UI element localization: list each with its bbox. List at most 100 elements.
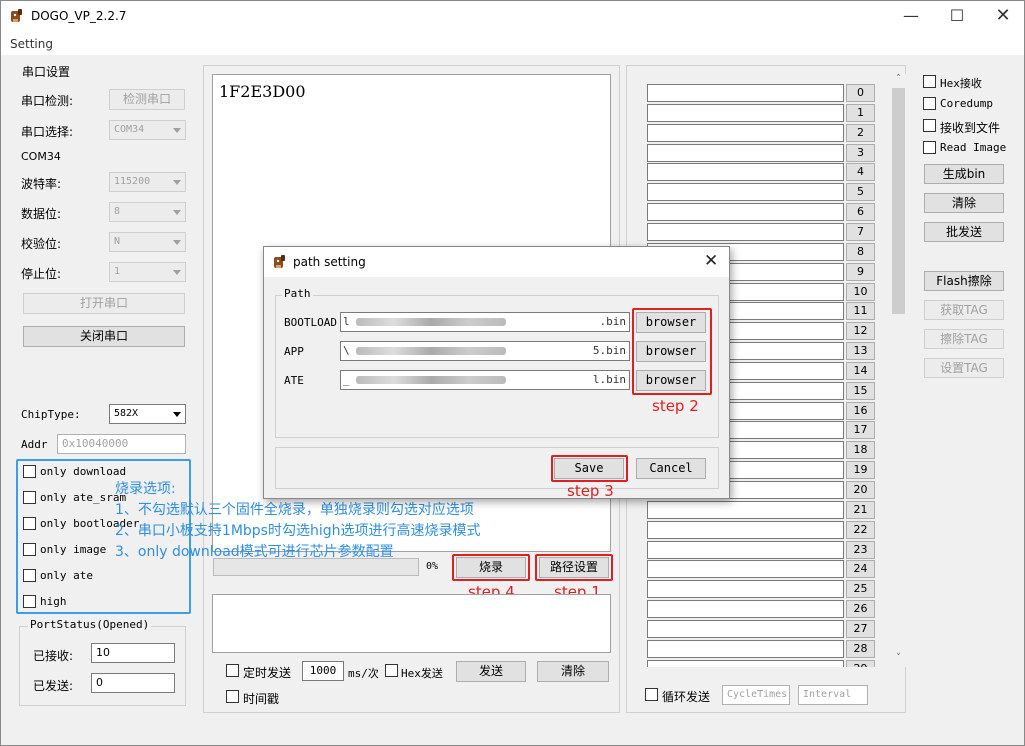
get-tag-button[interactable]: 获取TAG <box>924 300 1004 320</box>
read-image-checkbox[interactable] <box>923 141 936 154</box>
bootload-path-input[interactable]: l .bin <box>340 312 630 332</box>
close-icon[interactable]: ✕ <box>980 1 1025 33</box>
timestamp-checkbox[interactable] <box>226 690 239 703</box>
send-row-button[interactable]: 3 <box>846 143 875 162</box>
app-dog-icon <box>274 255 285 268</box>
flash-erase-button[interactable]: Flash擦除 <box>924 271 1004 291</box>
interval-input[interactable]: 1000 <box>302 661 344 681</box>
send-row-button[interactable]: 28 <box>846 639 875 658</box>
addr-input[interactable]: 0x10040000 <box>57 434 186 454</box>
send-row-button[interactable]: 7 <box>846 222 875 241</box>
send-row-button[interactable]: 18 <box>846 441 875 460</box>
send-row-input[interactable] <box>647 143 844 162</box>
clear-recv-button[interactable]: 清除 <box>924 193 1004 213</box>
ate-path-input[interactable]: _ l.bin <box>340 370 630 390</box>
send-row-input[interactable] <box>647 619 844 638</box>
send-row-button[interactable]: 20 <box>846 481 875 499</box>
send-row-button[interactable]: 22 <box>846 520 875 539</box>
send-row-input[interactable] <box>647 520 844 539</box>
send-row-input[interactable] <box>647 163 844 182</box>
timed-send-checkbox[interactable] <box>226 664 239 677</box>
send-button[interactable]: 发送 <box>456 661 526 682</box>
send-row-button[interactable]: 10 <box>846 282 875 301</box>
clear-send-button[interactable]: 清除 <box>537 661 609 682</box>
progress-percent: 0% <box>426 561 439 572</box>
browser-highlight <box>632 308 712 395</box>
parity-select[interactable]: N <box>109 232 186 252</box>
recv-to-file-checkbox[interactable] <box>923 119 936 132</box>
send-row-button[interactable]: 5 <box>846 183 875 202</box>
send-row-input[interactable] <box>647 203 844 222</box>
close-port-button[interactable]: 关闭串口 <box>23 326 185 347</box>
coredump-checkbox[interactable] <box>923 97 936 110</box>
send-row-button[interactable]: 29 <box>846 659 875 667</box>
send-row-input[interactable] <box>647 222 844 241</box>
send-row-button[interactable]: 27 <box>846 619 875 638</box>
send-row-input[interactable] <box>647 600 844 619</box>
send-row-button[interactable]: 4 <box>846 163 875 182</box>
send-row-input[interactable] <box>647 103 844 122</box>
send-row-button[interactable]: 8 <box>846 242 875 261</box>
batch-send-button[interactable]: 批发送 <box>924 222 1004 242</box>
send-row-input[interactable] <box>647 639 844 658</box>
send-row-button[interactable]: 11 <box>846 302 875 321</box>
send-row-input[interactable] <box>647 540 844 559</box>
send-textarea[interactable] <box>212 594 611 653</box>
scrollbar-thumb[interactable] <box>892 88 905 314</box>
send-row-input[interactable] <box>647 183 844 202</box>
send-row-button[interactable]: 26 <box>846 600 875 619</box>
send-row-button[interactable]: 15 <box>846 381 875 400</box>
hex-recv-checkbox[interactable] <box>923 75 936 88</box>
loop-send-checkbox[interactable] <box>645 688 658 701</box>
detect-port-button[interactable]: 检测串口 <box>109 89 185 110</box>
send-row-input[interactable] <box>647 580 844 599</box>
erase-tag-button[interactable]: 擦除TAG <box>924 329 1004 349</box>
send-row-input[interactable] <box>647 123 844 142</box>
send-row-button[interactable]: 12 <box>846 322 875 341</box>
set-tag-button[interactable]: 设置TAG <box>924 358 1004 378</box>
send-row-input[interactable] <box>647 500 844 519</box>
send-row-button[interactable]: 24 <box>846 560 875 579</box>
path-setting-dialog: path setting ✕ Path BOOTLOAD l .bin brow… <box>263 246 730 500</box>
scroll-up-icon[interactable]: ˄ <box>891 74 906 88</box>
minimize-icon[interactable]: — <box>888 1 934 33</box>
port-select[interactable]: COM34 <box>109 120 186 140</box>
data-bits-label: 数据位: <box>21 207 62 221</box>
send-row-button[interactable]: 9 <box>846 262 875 281</box>
hex-send-checkbox[interactable] <box>385 664 398 677</box>
dialog-close-icon[interactable]: ✕ <box>704 251 718 271</box>
menu-setting[interactable]: Setting <box>10 37 53 51</box>
stop-bits-select[interactable]: 1 <box>109 262 186 282</box>
send-row-button[interactable]: 17 <box>846 421 875 440</box>
gen-bin-button[interactable]: 生成bin <box>924 164 1004 184</box>
send-row-input[interactable] <box>647 84 844 102</box>
send-row-button[interactable]: 16 <box>846 401 875 420</box>
maximize-icon[interactable]: ☐ <box>934 1 980 33</box>
list-scrollbar[interactable]: ˄ ˅ <box>890 74 907 667</box>
send-row-button[interactable]: 2 <box>846 123 875 142</box>
menu-bar: Setting <box>1 33 1024 55</box>
notes-line3: 3、only download模式可进行芯片参数配置 <box>115 544 394 560</box>
app-path-input[interactable]: \ 5.bin <box>340 341 630 361</box>
cancel-button[interactable]: Cancel <box>636 458 706 479</box>
send-row-button[interactable]: 1 <box>846 103 875 122</box>
send-row-button[interactable]: 6 <box>846 203 875 222</box>
send-row-button[interactable]: 13 <box>846 342 875 361</box>
cycle-interval-input[interactable]: Interval <box>798 685 868 705</box>
scroll-down-icon[interactable]: ˅ <box>891 653 906 667</box>
open-port-button[interactable]: 打开串口 <box>23 293 185 314</box>
send-row-button[interactable]: 0 <box>846 84 875 102</box>
baud-select[interactable]: 115200 <box>109 172 186 192</box>
chevron-down-icon <box>173 180 181 185</box>
data-bits-select[interactable]: 8 <box>109 202 186 222</box>
send-row-input[interactable] <box>647 560 844 579</box>
send-row-button[interactable]: 14 <box>846 361 875 380</box>
send-row-button[interactable]: 25 <box>846 580 875 599</box>
timestamp-label: 时间戳 <box>243 692 280 706</box>
cycle-times-input[interactable]: CycleTimes <box>722 685 790 705</box>
send-row-button[interactable]: 19 <box>846 461 875 480</box>
send-row-input[interactable] <box>647 659 844 667</box>
send-row-button[interactable]: 21 <box>846 500 875 519</box>
chiptype-select[interactable]: 582X <box>109 404 186 424</box>
send-row-button[interactable]: 23 <box>846 540 875 559</box>
